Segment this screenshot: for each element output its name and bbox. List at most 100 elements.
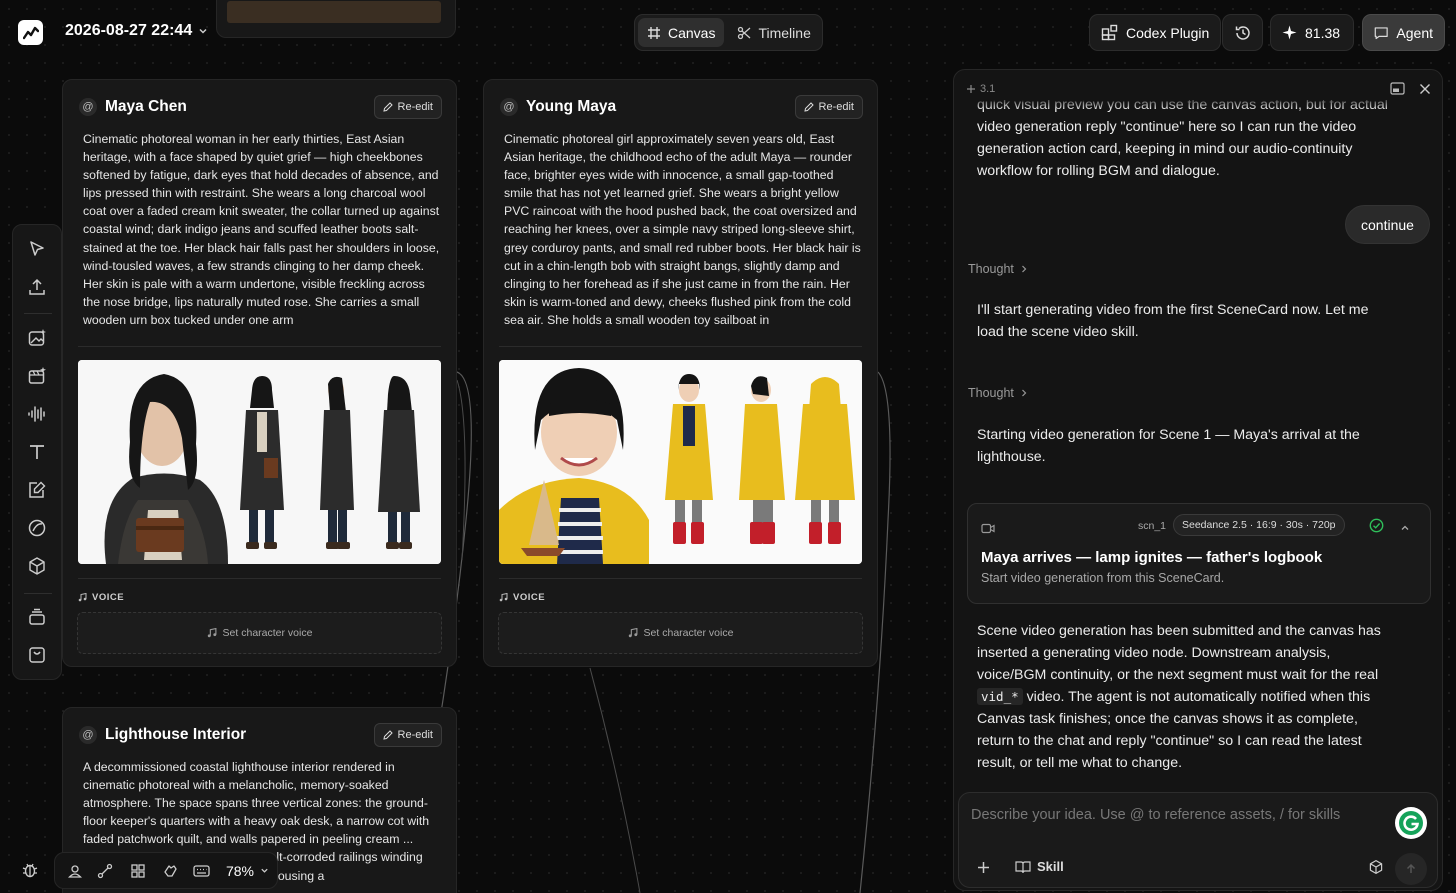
re-edit-label: Re-edit [397,101,433,113]
scene-title: Maya arrives — lamp ignites — father's l… [981,549,1323,566]
bug-icon[interactable] [21,861,39,879]
check-circle-icon [1369,518,1384,538]
scene-id: scn_1 [1138,520,1167,532]
user-message-text: continue [1361,216,1414,233]
grammarly-icon[interactable] [1395,807,1427,839]
chevron-right-icon [1021,389,1027,397]
image-generate-icon[interactable] [27,328,47,353]
set-character-voice-button[interactable]: Set character voice [498,612,863,654]
re-edit-label: Re-edit [397,729,433,741]
character-card-young-maya[interactable]: @ Young Maya Re-edit Cinematic photoreal… [483,79,878,667]
inline-code: vid_* [977,688,1023,705]
voice-section-label: VOICE [499,592,545,603]
codex-plugin-label: Codex Plugin [1126,24,1210,41]
text-tool-icon[interactable] [27,442,47,467]
character-sheet-image[interactable] [499,360,862,564]
thought-label: Thought [968,386,1014,400]
agent-label: Agent [1396,24,1433,41]
pencil-icon [382,730,393,740]
edit-frame-icon[interactable] [27,480,47,505]
at-icon: @ [79,726,97,744]
history-button[interactable] [1222,14,1263,51]
layers-icon[interactable] [27,607,47,632]
re-edit-label: Re-edit [818,101,854,113]
at-icon: @ [500,98,518,116]
card-title: Lighthouse Interior [105,726,247,743]
agent-panel: 3.1 quick visual preview you can use the… [953,69,1443,891]
thought-toggle[interactable]: Thought [968,262,1028,276]
audio-waveform-icon[interactable] [27,404,47,429]
card-description: Cinematic photoreal girl approximately s… [504,132,861,327]
card-description: Cinematic photoreal woman in her early t… [83,132,440,327]
card-title: Young Maya [526,98,617,115]
agent-message-final: Scene video generation has been submitte… [977,620,1397,774]
agent-message-text: quick visual preview you can use the can… [977,100,1388,179]
chevron-up-icon[interactable] [1400,520,1410,538]
agent-message: quick visual preview you can use the can… [977,100,1397,188]
zoom-control[interactable]: 78% [220,863,269,879]
add-attachment-icon[interactable] [977,861,990,879]
left-toolbar [12,224,62,680]
pointer-icon[interactable] [27,239,47,264]
character-card-maya-chen[interactable]: @ Maya Chen Re-edit Cinematic photoreal … [62,79,457,667]
sparkle-icon [1282,25,1297,40]
agent-version: 3.1 [966,83,995,95]
video-camera-icon [981,521,995,539]
voice-label-text: VOICE [92,592,125,603]
model-badge: Seedance 2.5 · 16:9 · 30s · 720p [1173,514,1345,536]
zoom-level: 78% [225,862,254,879]
shopping-bag-icon[interactable] [27,645,47,670]
skill-button[interactable]: Skill [1015,859,1064,874]
version-text: 3.1 [980,83,996,95]
chat-composer: Describe your idea. Use @ to reference a… [958,792,1438,888]
re-edit-button[interactable]: Re-edit [794,95,863,119]
upload-icon[interactable] [27,277,47,302]
final-message-part2: video. The agent is not automatically no… [977,689,1371,771]
pencil-icon [382,102,393,112]
thought-toggle[interactable]: Thought [968,386,1028,400]
music-note-icon [207,628,216,638]
pan-hand-icon[interactable] [156,863,184,879]
cube-icon[interactable] [1368,859,1384,880]
history-icon [1235,25,1250,40]
scroll-fade [954,96,1442,110]
at-icon: @ [79,98,97,116]
set-voice-label: Set character voice [643,627,734,639]
cube-icon[interactable] [27,556,47,581]
agent-message: Starting video generation for Scene 1 — … [977,427,1360,465]
sticker-icon[interactable] [27,518,47,543]
scene-action-card[interactable]: scn_1 Seedance 2.5 · 16:9 · 30s · 720p M… [967,503,1431,604]
video-clip-icon[interactable] [27,366,47,391]
chevron-right-icon [1021,265,1027,273]
connection-icon[interactable] [91,863,119,879]
card-title: Maya Chen [105,98,187,115]
arrow-up-icon [1406,863,1416,873]
model-badge-text: Seedance 2.5 · 16:9 · 30s · 720p [1182,519,1336,531]
book-icon [1015,860,1031,873]
character-sheet-illustration [499,360,862,564]
user-message-bubble: continue [1345,205,1430,244]
music-note-icon [628,628,637,638]
send-button[interactable] [1395,853,1427,885]
re-edit-button[interactable]: Re-edit [373,723,442,747]
music-note-icon [78,593,87,602]
character-sheet-image[interactable] [78,360,441,564]
grid-icon[interactable] [123,863,151,879]
character-sheet-illustration [78,360,441,564]
agent-button[interactable]: Agent [1362,14,1445,51]
skill-label: Skill [1037,859,1064,874]
credits-value: 81.38 [1305,24,1341,41]
chevron-down-icon [261,868,268,873]
codex-plugin-button[interactable]: Codex Plugin [1089,14,1222,51]
voice-label-text: VOICE [513,592,546,603]
music-note-icon [499,593,508,602]
pencil-icon [803,102,814,112]
prompt-input[interactable]: Describe your idea. Use @ to reference a… [971,807,1381,823]
set-character-voice-button[interactable]: Set character voice [77,612,442,654]
final-message-part1: Scene video generation has been submitte… [977,623,1381,683]
re-edit-button[interactable]: Re-edit [373,95,442,119]
voice-section-label: VOICE [78,592,124,603]
credits-button[interactable]: 81.38 [1270,14,1354,51]
user-pin-icon[interactable] [63,863,87,879]
keyboard-icon[interactable] [188,864,216,878]
